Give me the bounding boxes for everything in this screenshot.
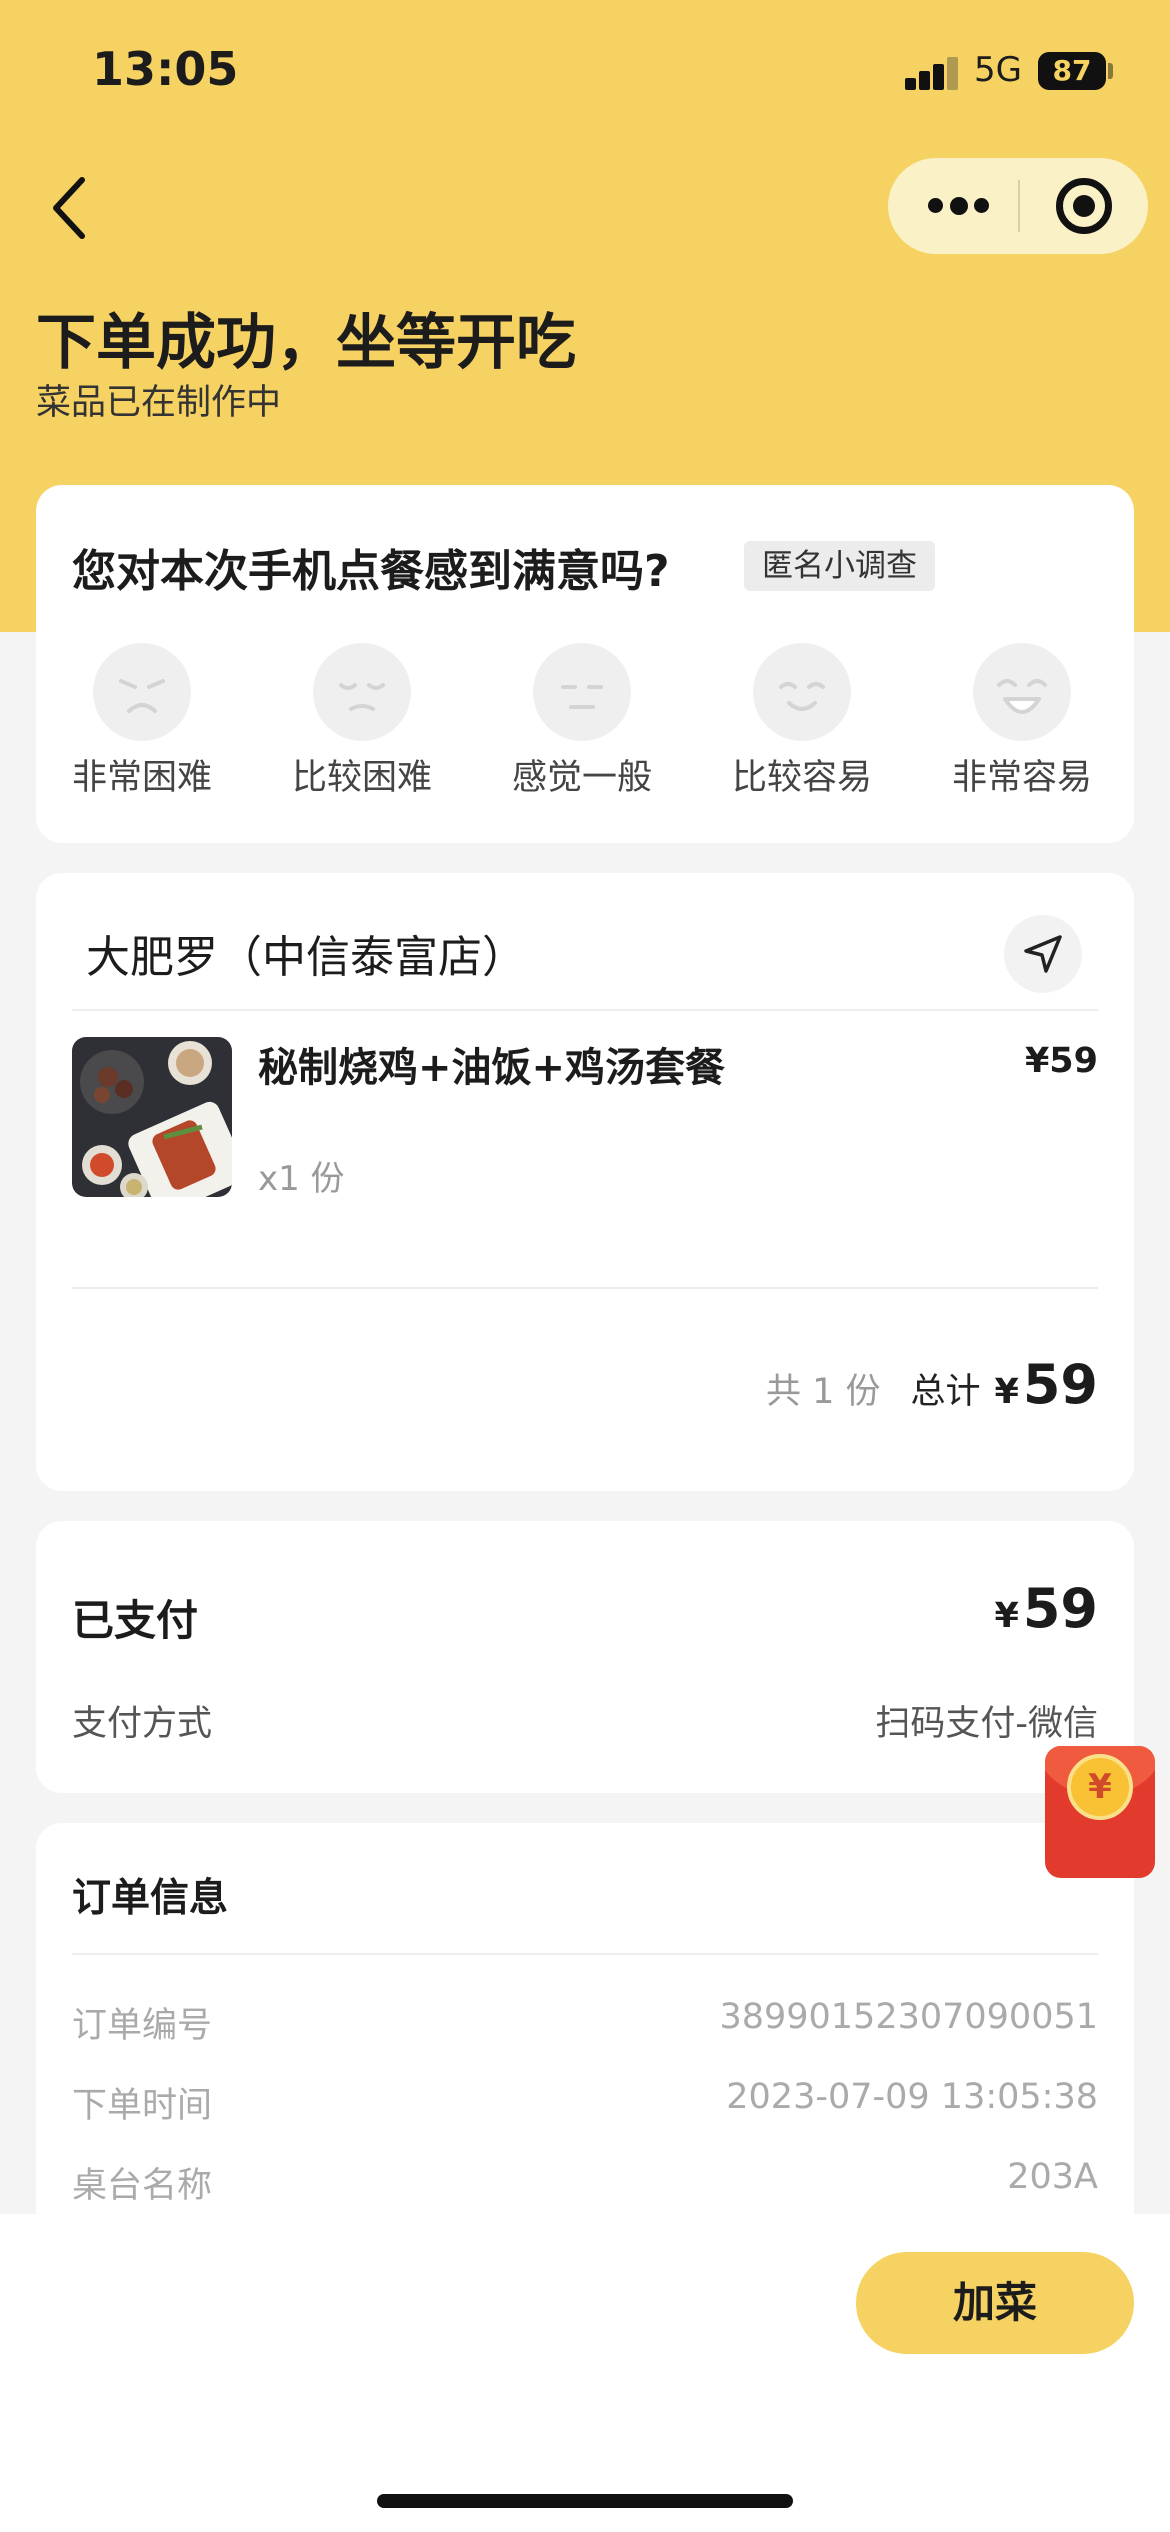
- neutral-face-icon: [533, 643, 631, 741]
- info-value: 203A: [1007, 2157, 1098, 2197]
- status-bar: 13:05 5G 87: [0, 0, 1170, 150]
- order-number-row: 订单编号 38990152307090051: [72, 1997, 1098, 2048]
- red-packet-button[interactable]: ¥: [1045, 1746, 1155, 1878]
- total-currency: ¥: [994, 1372, 1019, 1412]
- payment-amount: ¥ 59: [994, 1577, 1098, 1640]
- survey-option-label: 非常困难: [71, 758, 212, 798]
- info-value: 38990152307090051: [719, 1997, 1098, 2037]
- capsule-divider: [1018, 180, 1020, 232]
- payment-method-label: 支付方式: [72, 1704, 213, 1744]
- page-title: 下单成功，坐等开吃: [36, 308, 576, 378]
- payment-status: 已支付: [72, 1596, 199, 1645]
- battery-icon: 87: [1038, 52, 1106, 90]
- survey-option-very-hard[interactable]: 非常困难: [32, 643, 252, 800]
- battery-tip: [1108, 63, 1113, 79]
- navigation-button[interactable]: [1004, 915, 1082, 993]
- info-value: 2023-07-09 13:05:38: [726, 2077, 1098, 2117]
- dish-price: ¥59: [1024, 1041, 1098, 1081]
- order-info-title: 订单信息: [72, 1876, 229, 1921]
- back-button[interactable]: [40, 168, 110, 248]
- angry-face-icon: [93, 643, 191, 741]
- survey-option-label: 比较容易: [731, 758, 872, 798]
- laugh-face-icon: [973, 643, 1071, 741]
- total-amount: 59: [1022, 1353, 1098, 1416]
- navigation-arrow-icon: [1024, 935, 1062, 973]
- smile-face-icon: [753, 643, 851, 741]
- mini-program-capsule: [888, 158, 1148, 254]
- bottom-bar: 加菜: [0, 2214, 1170, 2532]
- survey-option-neutral[interactable]: 感觉一般: [472, 643, 692, 800]
- divider: [72, 1953, 1098, 1955]
- info-label: 订单编号: [72, 2006, 213, 2046]
- payment-currency: ¥: [994, 1596, 1019, 1636]
- sad-face-icon: [313, 643, 411, 741]
- table-name-row: 桌台名称 203A: [72, 2157, 1098, 2208]
- status-time: 13:05: [92, 42, 239, 96]
- item-count: 共 1 份: [765, 1372, 881, 1412]
- survey-option-label: 感觉一般: [511, 758, 652, 798]
- survey-option-label: 比较困难: [291, 758, 432, 798]
- info-label: 桌台名称: [72, 2166, 213, 2206]
- info-label: 下单时间: [72, 2086, 213, 2126]
- signal-icon: [905, 56, 959, 90]
- payment-card: 已支付 ¥ 59 支付方式 扫码支付-微信: [36, 1521, 1134, 1793]
- network-label: 5G: [974, 50, 1022, 90]
- survey-question: 您对本次手机点餐感到满意吗?: [72, 546, 670, 597]
- divider: [72, 1287, 1098, 1289]
- survey-tag: 匿名小调查: [744, 541, 935, 591]
- payment-amount-value: 59: [1022, 1577, 1098, 1640]
- order-total: 共 1 份 总计 ¥ 59: [766, 1353, 1098, 1416]
- add-dish-button[interactable]: 加菜: [856, 2252, 1134, 2354]
- chevron-left-icon: [53, 177, 85, 239]
- divider: [72, 1009, 1098, 1011]
- survey-option-very-easy[interactable]: 非常容易: [912, 643, 1132, 800]
- order-time-row: 下单时间 2023-07-09 13:05:38: [72, 2077, 1098, 2128]
- dish-quantity: x1 份: [258, 1159, 345, 1199]
- store-name[interactable]: 大肥罗（中信泰富店）: [86, 921, 526, 985]
- page-subtitle: 菜品已在制作中: [36, 383, 282, 423]
- close-target-icon[interactable]: [1056, 178, 1112, 234]
- order-card: 大肥罗（中信泰富店） 秘制烧鸡+油饭+鸡汤套餐 ¥59 x1 份 共 1 份 总…: [36, 873, 1134, 1491]
- coin-icon: ¥: [1067, 1754, 1133, 1820]
- survey-card: 您对本次手机点餐感到满意吗? 匿名小调查 非常困难 比较困难 感觉一般 比较容易: [36, 485, 1134, 843]
- payment-method-value: 扫码支付-微信: [875, 1704, 1098, 1744]
- page: 13:05 5G 87 下单成功，坐等开吃 菜品已在制作中 您对本次手机点餐感到…: [0, 0, 1170, 2532]
- survey-option-hard[interactable]: 比较困难: [252, 643, 472, 800]
- survey-option-label: 非常容易: [951, 758, 1092, 798]
- home-indicator: [377, 2494, 793, 2508]
- total-label: 总计: [910, 1372, 981, 1412]
- more-icon[interactable]: [928, 194, 992, 218]
- dish-image[interactable]: [72, 1037, 232, 1197]
- dish-name: 秘制烧鸡+油饭+鸡汤套餐: [258, 1045, 726, 1091]
- survey-option-easy[interactable]: 比较容易: [692, 643, 912, 800]
